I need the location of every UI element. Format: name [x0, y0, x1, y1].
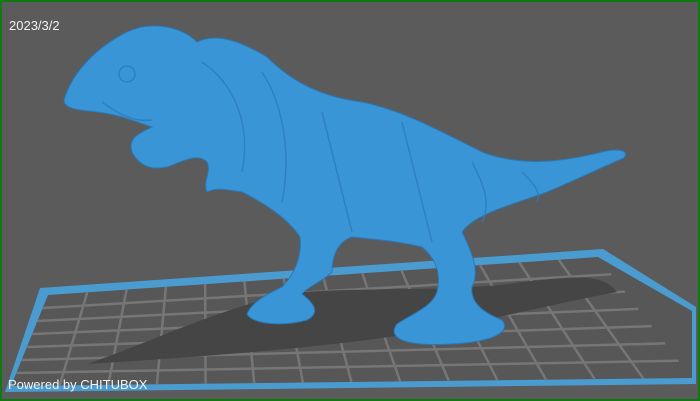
scene — [5, 25, 696, 392]
3d-viewport[interactable]: 2023/3/2 Powered by CHITUBOX — [2, 2, 698, 399]
watermark-label: Powered by CHITUBOX — [8, 377, 148, 392]
date-label: 2023/3/2 — [9, 18, 60, 33]
